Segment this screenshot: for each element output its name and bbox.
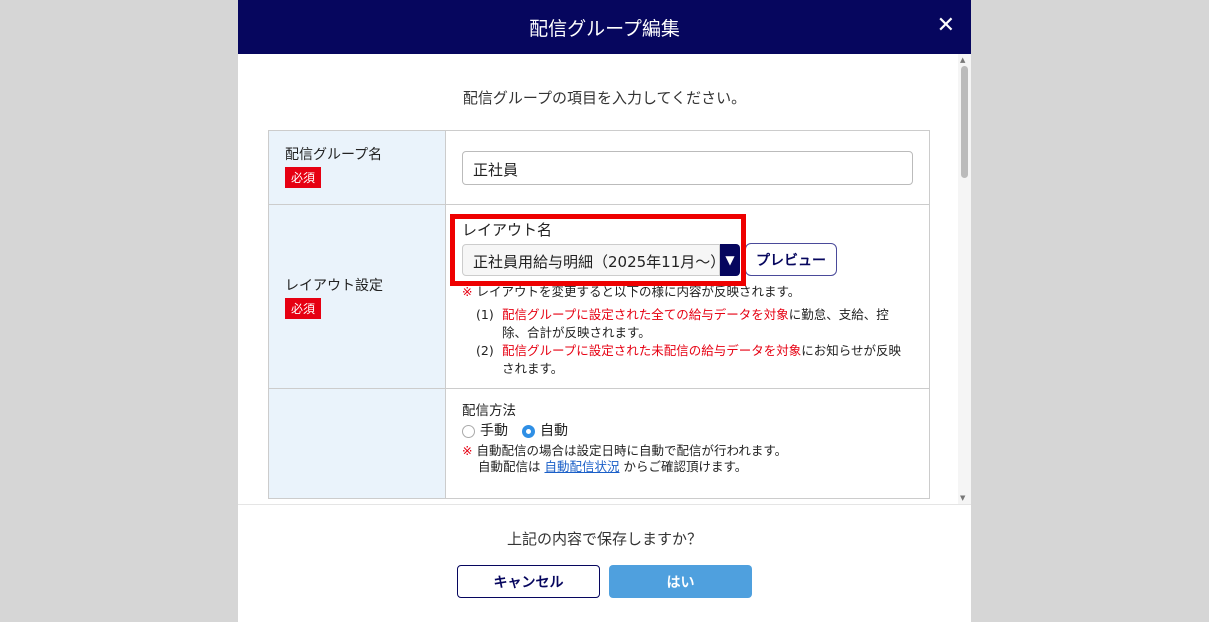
- group-name-label: 配信グループ名: [285, 147, 383, 163]
- close-icon[interactable]: ✕: [937, 13, 955, 38]
- dialog-footer: 上記の内容で保存しますか？ キャンセル はい: [238, 504, 971, 622]
- method-label: 配信方法: [462, 403, 516, 419]
- confirm-question: 上記の内容で保存しますか？: [506, 530, 702, 548]
- method-note: ※ 自動配信の場合は設定日時に自動で配信が行われます。: [462, 443, 788, 458]
- scrollbar[interactable]: ▲ ▼: [958, 54, 971, 504]
- radio-auto[interactable]: 自動: [522, 422, 568, 440]
- ok-button[interactable]: はい: [609, 565, 752, 598]
- list-item: (1) 配信グループに設定された全ての給与データを対象に勤怠、支給、控除、合計が反…: [476, 307, 889, 340]
- required-badge: 必須: [285, 297, 322, 319]
- required-badge: 必須: [285, 167, 322, 188]
- auto-delivery-status-link[interactable]: 自動配信状況: [544, 459, 619, 474]
- form-table: 配信グループ名 必須 正社員 レイアウト設定 必須 レイアウト名 正社員用給与明細（…: [268, 130, 930, 499]
- method-note-2: 自動配信は 自動配信状況 からご確認頂けます。: [478, 459, 748, 474]
- dialog-header: 配信グループ編集 ✕: [238, 0, 971, 54]
- group-name-input[interactable]: 正社員: [462, 151, 913, 185]
- highlight-box: [450, 214, 746, 286]
- preview-button[interactable]: プレビュー: [745, 243, 837, 276]
- intro-text: 配信グループの項目を入力してください。: [462, 89, 747, 107]
- layout-note: ※ レイアウトを変更すると以下の様に内容が反映されます。: [462, 284, 801, 299]
- layout-label: レイアウト設定: [285, 277, 383, 294]
- dialog-title: 配信グループ編集: [529, 17, 680, 40]
- edit-group-dialog: 配信グループ編集 ✕ 配信グループの項目を入力してください。 配信グループ名必須…: [238, 0, 971, 622]
- dialog-body: 配信グループの項目を入力してください。 配信グループ名必須 正社員 レイアウト設…: [238, 54, 971, 504]
- cancel-button[interactable]: キャンセル: [457, 565, 600, 598]
- list-item: (2) 配信グループに設定された未配信の給与データを対象にお知らせが反映されます。: [476, 343, 902, 376]
- radio-manual[interactable]: 手動: [462, 422, 508, 440]
